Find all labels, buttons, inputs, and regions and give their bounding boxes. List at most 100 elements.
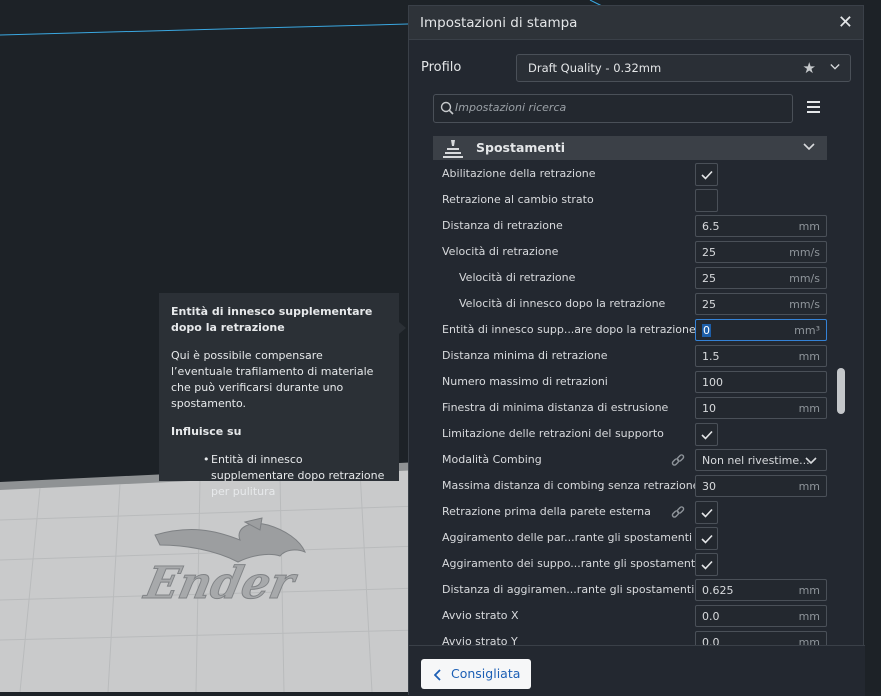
setting-input[interactable]: 1.5 mm <box>695 345 827 367</box>
tooltip-affects-list: • Entità di innesco supplementare dopo r… <box>171 452 387 500</box>
setting-checkbox[interactable] <box>695 423 718 446</box>
category-label: Spostamenti <box>476 140 566 155</box>
profile-label: Profilo <box>421 60 462 75</box>
setting-input[interactable]: 0 mm³ <box>695 319 827 341</box>
setting-value: 25 <box>702 298 716 311</box>
tooltip-affects-item: Entità di innesco supplementare dopo ret… <box>211 453 385 498</box>
setting-unit: mm³ <box>794 324 820 337</box>
checkmark-icon <box>701 170 713 180</box>
setting-label: Velocità di innesco dopo la retrazione <box>459 297 666 310</box>
setting-label: Aggiramento delle par...rante gli sposta… <box>442 531 693 544</box>
setting-row: Limitazione delle retrazioni del support… <box>433 422 827 448</box>
tooltip-description: Qui è possibile compensare l’eventuale t… <box>171 349 374 410</box>
setting-input[interactable]: 10 mm <box>695 397 827 419</box>
category-header-travel[interactable]: Spostamenti <box>433 136 827 160</box>
setting-label: Retrazione prima della parete esterna <box>442 505 651 518</box>
settings-list: Abilitazione della retrazione Retrazione … <box>433 162 827 645</box>
setting-value: 30 <box>702 480 716 493</box>
link-icon[interactable] <box>671 506 685 520</box>
setting-row: Numero massimo di retrazioni 100 <box>433 370 827 396</box>
setting-value: 25 <box>702 246 716 259</box>
setting-label: Velocità di retrazione <box>459 271 576 284</box>
setting-unit: mm/s <box>789 246 820 259</box>
tooltip-title: Entità di innesco supplementare dopo la … <box>171 305 373 334</box>
setting-unit: mm <box>798 636 820 645</box>
search-input[interactable] <box>455 101 785 114</box>
setting-unit: mm <box>798 480 820 493</box>
setting-input[interactable]: 0.0 mm <box>695 631 827 645</box>
setting-unit: mm <box>798 584 820 597</box>
close-icon[interactable]: ✕ <box>838 12 853 33</box>
setting-unit: mm <box>798 610 820 623</box>
setting-input[interactable]: 25 mm/s <box>695 293 827 315</box>
setting-row: Entità di innesco supp...are dopo la ret… <box>433 318 827 344</box>
setting-value: 6.5 <box>702 220 720 233</box>
checkmark-icon <box>701 560 713 570</box>
setting-value: 1.5 <box>702 350 720 363</box>
setting-row: Avvio strato Y 0.0 mm <box>433 630 827 645</box>
setting-value: 0.625 <box>702 584 734 597</box>
link-icon[interactable] <box>671 454 685 468</box>
setting-unit: mm/s <box>789 298 820 311</box>
checkmark-icon <box>701 430 713 440</box>
setting-row: Velocità di retrazione 25 mm/s <box>433 266 827 292</box>
setting-row: Aggiramento delle par...rante gli sposta… <box>433 526 827 552</box>
setting-input[interactable]: 100 <box>695 371 827 393</box>
chevron-down-icon <box>830 64 840 70</box>
setting-unit: mm <box>798 402 820 415</box>
setting-label: Massima distanza di combing senza retraz… <box>442 479 700 492</box>
setting-row: Retrazione prima della parete esterna <box>433 500 827 526</box>
tooltip-affects-heading: Influisce su <box>171 425 242 438</box>
setting-checkbox[interactable] <box>695 553 718 576</box>
setting-row: Finestra di minima distanza di estrusion… <box>433 396 827 422</box>
setting-input[interactable]: 25 mm/s <box>695 267 827 289</box>
setting-row: Aggiramento dei suppo...rante gli sposta… <box>433 552 827 578</box>
setting-value: 100 <box>702 376 723 389</box>
setting-checkbox[interactable] <box>695 189 718 212</box>
setting-value: 0.0 <box>702 636 720 645</box>
checkmark-icon <box>701 508 713 518</box>
setting-label: Avvio strato Y <box>442 635 518 645</box>
setting-value: Non nel rivestime... <box>702 454 810 467</box>
setting-row: Modalità Combing Non nel rivestime... <box>433 448 827 474</box>
setting-label: Distanza di aggiramen...rante gli sposta… <box>442 583 695 596</box>
search-box[interactable] <box>433 94 793 123</box>
panel-footer: Consigliata <box>409 645 865 696</box>
recommended-button[interactable]: Consigliata <box>421 659 531 689</box>
setting-input[interactable]: 0.625 mm <box>695 579 827 601</box>
settings-scrollbar[interactable] <box>837 368 845 414</box>
setting-input[interactable]: 0.0 mm <box>695 605 827 627</box>
setting-checkbox[interactable] <box>695 501 718 524</box>
profile-value: Draft Quality - 0.32mm <box>528 61 662 75</box>
setting-label: Entità di innesco supp...are dopo la ret… <box>442 323 696 336</box>
setting-input[interactable]: 25 mm/s <box>695 241 827 263</box>
setting-label: Retrazione al cambio strato <box>442 193 594 206</box>
setting-value: 25 <box>702 272 716 285</box>
setting-unit: mm/s <box>789 272 820 285</box>
setting-input[interactable]: 30 mm <box>695 475 827 497</box>
chevron-down-icon <box>805 457 817 465</box>
setting-value: 0.0 <box>702 610 720 623</box>
setting-checkbox[interactable] <box>695 163 718 186</box>
setting-tooltip: Entità di innesco supplementare dopo la … <box>159 293 399 498</box>
setting-row: Velocità di innesco dopo la retrazione 25… <box>433 292 827 318</box>
panel-title: Impostazioni di stampa <box>420 15 578 31</box>
recommended-label: Consigliata <box>451 666 521 681</box>
star-icon[interactable]: ★ <box>803 59 816 77</box>
setting-row: Distanza di retrazione 6.5 mm <box>433 214 827 240</box>
setting-label: Distanza minima di retrazione <box>442 349 608 362</box>
bullet-icon: • <box>203 453 210 466</box>
setting-unit: mm <box>798 350 820 363</box>
profile-select[interactable]: Draft Quality - 0.32mm ★ <box>516 54 851 82</box>
setting-checkbox[interactable] <box>695 527 718 550</box>
setting-input[interactable]: 6.5 mm <box>695 215 827 237</box>
settings-menu-icon[interactable] <box>807 101 820 113</box>
setting-dropdown[interactable]: Non nel rivestime... <box>695 449 827 471</box>
setting-label: Velocità di retrazione <box>442 245 559 258</box>
travel-icon <box>443 140 463 158</box>
setting-row: Distanza minima di retrazione 1.5 mm <box>433 344 827 370</box>
setting-label: Avvio strato X <box>442 609 519 622</box>
setting-row: Distanza di aggiramen...rante gli sposta… <box>433 578 827 604</box>
setting-label: Modalità Combing <box>442 453 542 466</box>
setting-value: 10 <box>702 402 716 415</box>
